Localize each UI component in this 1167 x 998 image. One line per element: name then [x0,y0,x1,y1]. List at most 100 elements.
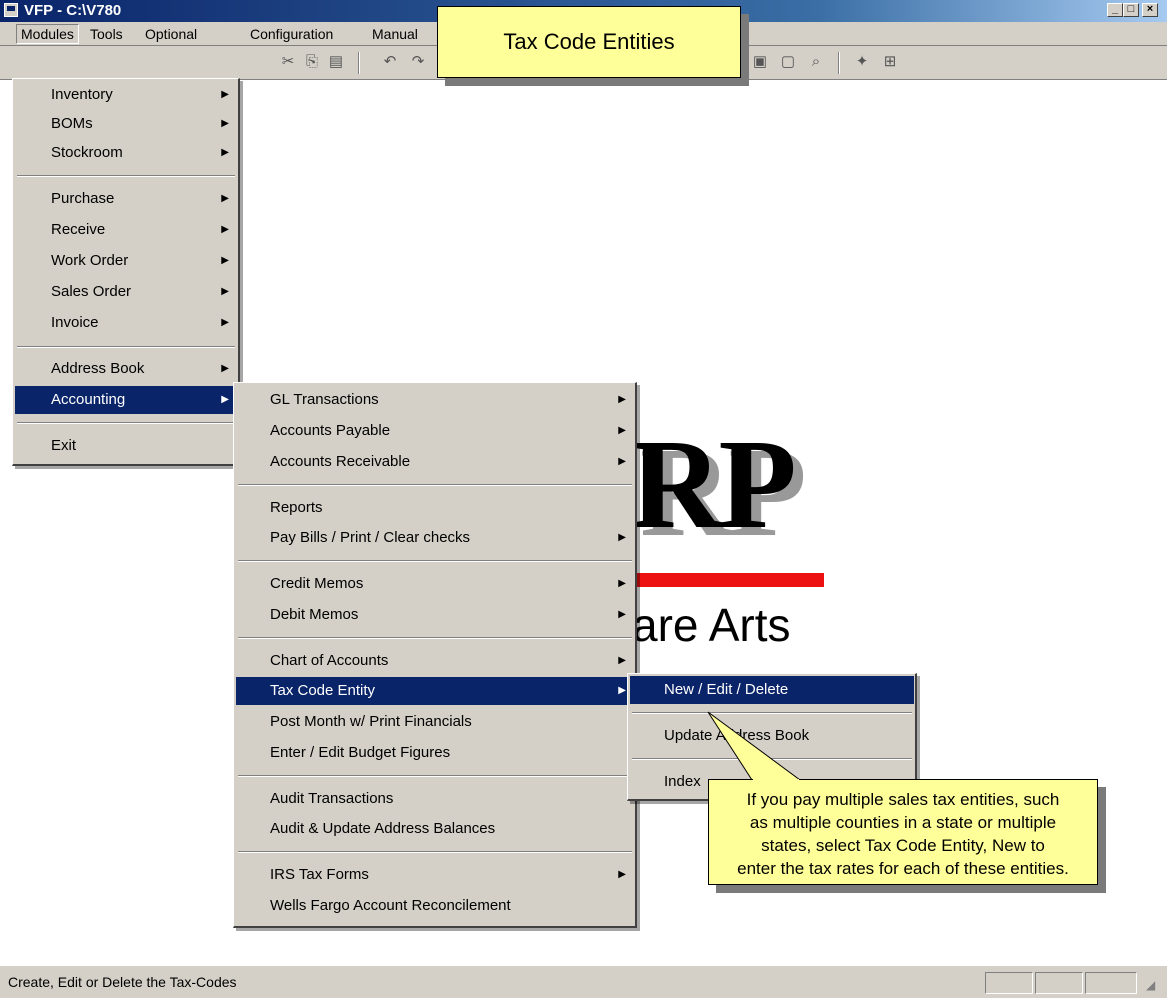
submenu-arrow-icon: ▶ [221,255,229,266]
submenu-arrow-icon: ▶ [618,685,626,696]
menu-item-label: Address Book [51,360,145,377]
menu-item-update-address-book[interactable]: Update Address Book [630,722,914,750]
menu-item-label: Enter / Edit Budget Figures [270,744,451,761]
logo-tagline: are Arts [632,599,791,651]
menu-manual[interactable]: Manual [368,25,422,43]
menu-item-label: Index [664,773,701,790]
app-icon[interactable] [4,3,18,17]
submenu-arrow-icon: ▶ [221,224,229,235]
menu-item-inventory[interactable]: Inventory ▶ [15,81,237,109]
menu-item-sales-order[interactable]: Sales Order ▶ [15,278,237,306]
preview-icon[interactable]: ⌕ [806,52,826,72]
menu-item-label: Post Month w/ Print Financials [270,713,472,730]
menu-item-label: Sales Order [51,283,132,300]
menu-item-irs-tax-forms[interactable]: IRS Tax Forms ▶ [236,861,634,889]
menu-item-tax-code-entity[interactable]: Tax Code Entity ▶ [236,677,634,705]
menu-item-label: Accounting [51,391,126,408]
close-button[interactable]: × [1142,3,1158,17]
menu-item-accounting[interactable]: Accounting ▶ [15,386,237,414]
resize-grip-icon[interactable]: ◢ [1146,978,1155,992]
menu-separator [238,775,632,777]
menu-item-receive[interactable]: Receive ▶ [15,216,237,244]
menu-item-label: Update Address Book [664,727,810,744]
menu-separator [238,560,632,562]
menu-item-pay-bills[interactable]: Pay Bills / Print / Clear checks ▶ [236,524,634,552]
logo-letters: RP [630,413,797,555]
modules-menu: Inventory ▶ BOMs ▶ Stockroom ▶ Purchase ▶ Re… [12,78,240,466]
cut-icon[interactable]: ✂ [278,52,298,72]
menu-item-label: Tax Code Entity [270,682,376,699]
toolbar-separator [358,52,360,74]
menu-item-stockroom[interactable]: Stockroom ▶ [15,139,237,167]
submenu-arrow-icon: ▶ [618,425,626,436]
menu-item-purchase[interactable]: Purchase ▶ [15,185,237,213]
title-callout: Tax Code Entities [437,6,741,78]
menu-item-debit-memos[interactable]: Debit Memos ▶ [236,601,634,629]
menu-item-gl-transactions[interactable]: GL Transactions ▶ [236,386,634,414]
menu-item-audit-transactions[interactable]: Audit Transactions [236,785,634,813]
menu-separator [17,422,235,424]
menu-item-address-book[interactable]: Address Book ▶ [15,355,237,383]
menu-item-boms[interactable]: BOMs ▶ [15,110,237,138]
submenu-arrow-icon: ▶ [618,456,626,467]
menu-item-budget[interactable]: Enter / Edit Budget Figures [236,739,634,767]
tip-line: states, select Tax Code Entity, New to [761,836,1045,855]
menu-item-label: Accounts Receivable [270,453,411,470]
menu-item-label: Credit Memos [270,575,364,592]
report-icon[interactable]: ▣ [750,52,770,72]
menu-item-wells-fargo[interactable]: Wells Fargo Account Reconcilement [236,892,634,920]
paste-icon[interactable]: ▤ [326,52,346,72]
submenu-arrow-icon: ▶ [221,286,229,297]
menu-item-credit-memos[interactable]: Credit Memos ▶ [236,570,634,598]
menu-item-label: Reports [270,499,323,516]
menu-item-accounts-payable[interactable]: Accounts Payable ▶ [236,417,634,445]
menu-item-label: Inventory [51,86,113,103]
callout-pointer-join [753,779,799,781]
menu-item-reports[interactable]: Reports [236,494,634,522]
maximize-button[interactable]: □ [1123,3,1139,17]
menu-item-label: Exit [51,437,77,454]
menu-item-label: New / Edit / Delete [664,681,789,698]
redo-icon[interactable]: ↷ [408,52,428,72]
copy-icon[interactable]: ⎘ [302,52,322,72]
submenu-arrow-icon: ▶ [618,578,626,589]
menu-optional[interactable]: Optional [141,25,201,43]
accounting-submenu: GL Transactions ▶ Accounts Payable ▶ Accou… [233,382,637,928]
menu-configuration[interactable]: Configuration [246,25,337,43]
status-panel [1035,972,1083,994]
menu-item-new-edit-delete[interactable]: New / Edit / Delete [630,676,914,704]
menu-item-label: GL Transactions [270,391,379,408]
submenu-arrow-icon: ▶ [221,89,229,100]
undo-icon[interactable]: ↶ [380,52,400,72]
status-bar: Create, Edit or Delete the Tax-Codes ◢ [0,965,1167,998]
submenu-arrow-icon: ▶ [618,394,626,405]
submenu-arrow-icon: ▶ [221,363,229,374]
menu-item-label: Work Order [51,252,129,269]
menu-item-label: Accounts Payable [270,422,391,439]
menu-item-exit[interactable]: Exit [15,432,237,460]
menu-separator [238,484,632,486]
menu-tools[interactable]: Tools [86,25,127,43]
menu-item-label: Audit Transactions [270,790,394,807]
minimize-button[interactable]: _ [1107,3,1123,17]
menu-item-label: IRS Tax Forms [270,866,369,883]
menu-item-accounts-receivable[interactable]: Accounts Receivable ▶ [236,448,634,476]
wizard-icon[interactable]: ✦ [852,52,872,72]
properties-icon[interactable]: ▢ [778,52,798,72]
menu-item-invoice[interactable]: Invoice ▶ [15,309,237,337]
menu-separator [238,851,632,853]
menu-item-work-order[interactable]: Work Order ▶ [15,247,237,275]
submenu-arrow-icon: ▶ [221,118,229,129]
menu-modules[interactable]: Modules [16,24,79,44]
menu-item-chart-of-accounts[interactable]: Chart of Accounts ▶ [236,647,634,675]
status-panel [985,972,1033,994]
submenu-arrow-icon: ▶ [618,609,626,620]
menu-separator [17,346,235,348]
menu-item-audit-address[interactable]: Audit & Update Address Balances [236,815,634,843]
builder-icon[interactable]: ⊞ [880,52,900,72]
menu-item-post-month[interactable]: Post Month w/ Print Financials [236,708,634,736]
submenu-arrow-icon: ▶ [618,655,626,666]
submenu-arrow-icon: ▶ [221,317,229,328]
menu-item-label: Wells Fargo Account Reconcilement [270,897,511,914]
tip-line: enter the tax rates for each of these en… [737,859,1069,878]
